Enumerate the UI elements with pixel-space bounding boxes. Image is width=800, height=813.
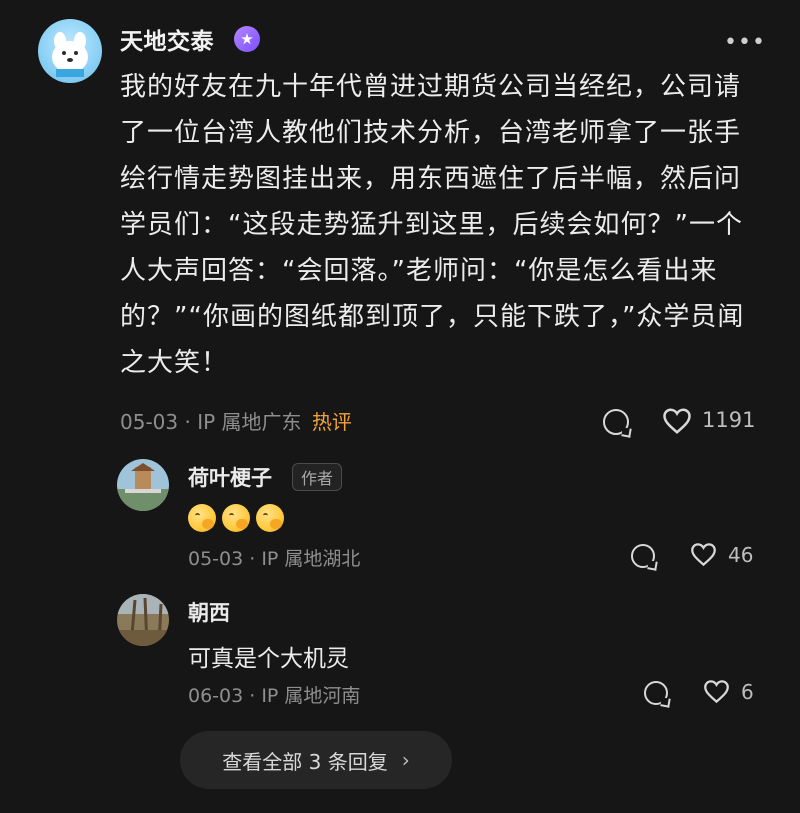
author-avatar[interactable] <box>38 19 102 83</box>
post-meta-text: 05-03 · IP 属地广东 <box>120 410 302 434</box>
star-badge-icon: ★ <box>234 26 260 52</box>
view-all-replies-button[interactable]: 查看全部 3 条回复 › <box>180 731 452 789</box>
comment-icon[interactable] <box>631 544 655 568</box>
reply-author-name[interactable]: 朝西 <box>188 597 230 627</box>
post-content: 我的好友在九十年代曾进过期货公司当经纪，公司请了一位台湾人教他们技术分析，台湾老… <box>120 72 745 378</box>
reply-avatar[interactable] <box>117 459 169 511</box>
more-dots-icon[interactable]: ••• <box>724 30 766 55</box>
view-all-label: 查看全部 3 条回复 <box>222 749 388 774</box>
reply-meta: 06-03 · IP 属地河南 <box>188 685 361 707</box>
reply-content: 可真是个大机灵 <box>188 646 349 672</box>
reply-meta: 05-03 · IP 属地湖北 <box>188 548 361 570</box>
reply-author-name[interactable]: 荷叶梗子 <box>188 462 272 492</box>
face-with-hand-over-mouth-icon <box>256 504 284 532</box>
comment-icon[interactable] <box>644 681 668 705</box>
heart-icon[interactable] <box>690 542 717 567</box>
author-name[interactable]: 天地交泰 <box>120 22 214 56</box>
like-count: 1191 <box>702 408 756 432</box>
face-with-hand-over-mouth-icon <box>188 504 216 532</box>
comment-icon[interactable] <box>603 409 629 435</box>
face-with-hand-over-mouth-icon <box>222 504 250 532</box>
chevron-right-icon: › <box>401 748 410 772</box>
hot-label: 热评 <box>311 410 352 434</box>
like-count: 6 <box>741 680 754 704</box>
author-tag: 作者 <box>292 463 343 491</box>
reply-avatar[interactable] <box>117 594 169 646</box>
reply-emoji-row <box>188 504 290 536</box>
heart-icon[interactable] <box>662 407 692 435</box>
post-meta: 05-03 · IP 属地广东 热评 <box>120 406 352 435</box>
heart-icon[interactable] <box>703 679 730 704</box>
like-count: 46 <box>728 543 754 567</box>
